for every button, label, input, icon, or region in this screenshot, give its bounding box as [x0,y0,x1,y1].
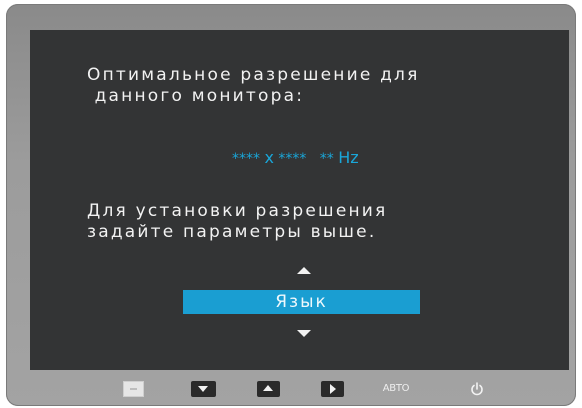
down-button[interactable] [191,381,216,397]
resolution-width: **** [232,151,260,167]
resolution-readout: **** x **** ** Hz [232,148,359,167]
auto-button[interactable]: АВТО [382,381,410,397]
up-arrow-icon [263,385,273,391]
message-line-1: Оптимальное разрешение для [87,65,420,85]
scroll-down-arrow-icon[interactable] [297,330,311,337]
enter-icon [330,384,336,394]
down-arrow-icon [198,386,208,392]
language-option[interactable]: Язык [183,290,420,314]
refresh-rate: ** [319,151,334,167]
resolution-height: **** [278,151,307,167]
up-button[interactable] [257,381,280,397]
scroll-up-arrow-icon[interactable] [297,267,311,274]
power-icon [471,382,483,396]
instruction-line-2: задайте параметры выше. [87,222,377,242]
refresh-unit: Hz [338,148,359,167]
enter-button[interactable] [321,381,344,397]
message-line-2: данного монитора: [87,86,305,106]
instruction-line-1: Для установки разрешения [87,201,388,221]
menu-button[interactable] [123,381,144,397]
menu-icon [130,388,137,390]
resolution-separator: x [264,148,274,167]
power-button[interactable] [467,381,487,397]
